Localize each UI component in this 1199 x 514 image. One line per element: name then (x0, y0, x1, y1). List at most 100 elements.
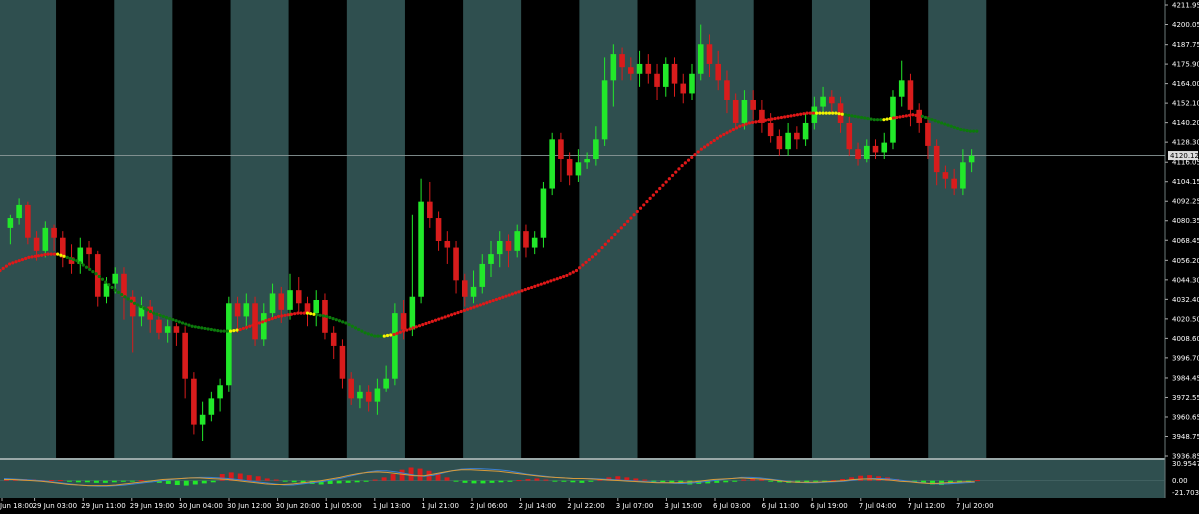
candle-body (86, 247, 92, 255)
histogram-bar (507, 480, 513, 482)
histogram-bar (84, 480, 90, 483)
trend-dot (975, 129, 979, 133)
trend-dot (821, 111, 825, 115)
trend-dot (690, 155, 694, 159)
trend-dot (767, 118, 771, 122)
histogram-bar (165, 480, 171, 484)
trend-dot (283, 313, 287, 317)
price-tick-label: 3960.65 (1172, 413, 1199, 421)
trend-dot (632, 213, 636, 217)
candle-body (951, 178, 957, 189)
trend-dot (427, 320, 431, 325)
trend-dot (709, 141, 713, 145)
candle-body (208, 398, 215, 415)
trend-dot (286, 313, 290, 317)
session-band (521, 0, 580, 458)
histogram-bar (129, 480, 135, 482)
trend-dot (706, 143, 710, 147)
candle-body (820, 96, 826, 107)
candle-body (671, 63, 678, 84)
trend-dot (770, 117, 774, 121)
trend-dot (645, 200, 649, 204)
trend-dot (904, 114, 908, 118)
candle-body (802, 122, 809, 140)
candle-body (558, 139, 564, 160)
trend-dot (722, 132, 726, 137)
candle-body (523, 231, 529, 248)
trend-dot (357, 327, 361, 332)
trend-dot (587, 257, 591, 262)
trend-dot (786, 114, 790, 118)
trend-dot (757, 119, 761, 123)
trend-dot (17, 259, 21, 263)
session-band (56, 0, 115, 458)
trend-dot (360, 329, 364, 333)
candle-body (750, 100, 756, 110)
trend-dot (302, 311, 306, 315)
trend-dot (507, 293, 511, 297)
trend-dot (677, 167, 681, 171)
trend-dot (779, 115, 784, 120)
histogram-bar (813, 480, 819, 482)
trend-dot (1, 266, 5, 270)
trend-dot (430, 319, 434, 323)
trend-dot (424, 321, 428, 326)
price-tick-label: 4200.05 (1172, 21, 1199, 29)
trend-dot (959, 127, 963, 132)
histogram-bar (345, 480, 351, 483)
trend-dot (715, 136, 719, 140)
candle-body (444, 240, 451, 248)
candle-body (182, 332, 188, 379)
trend-dot (590, 255, 595, 259)
candle-body (960, 162, 966, 189)
trend-dot (65, 255, 69, 259)
trend-dot (238, 327, 242, 332)
oscillator-tick-label: 0.00 (1172, 477, 1188, 485)
price-tick-label: 4080.35 (1172, 217, 1199, 225)
price-tick-label: 3996.70 (1172, 354, 1199, 362)
candle-body (409, 296, 416, 330)
trend-dot (619, 226, 623, 230)
time-tick-label: 7 Jul 20:00 (956, 502, 994, 510)
candle-body (226, 303, 232, 386)
trend-dot (616, 229, 620, 233)
trend-dot (123, 295, 127, 299)
trend-dot (91, 269, 95, 274)
trend-dot (911, 113, 915, 117)
trend-dot (533, 284, 537, 288)
trend-dot (219, 329, 223, 333)
trend-dot (30, 255, 34, 259)
candle-body (829, 96, 835, 104)
histogram-bar (138, 480, 144, 482)
trend-dot (475, 304, 479, 308)
candle-body (584, 159, 590, 163)
time-tick-label: 2 Jul 22:00 (567, 502, 605, 510)
trend-dot (254, 322, 258, 326)
trend-dot (84, 265, 89, 269)
candle-body (715, 63, 722, 81)
histogram-bar (561, 480, 567, 482)
histogram-bar (480, 480, 486, 484)
time-tick-label: 29 Jun 19:00 (130, 502, 174, 510)
histogram-bar (417, 468, 423, 481)
trend-dot (574, 268, 579, 273)
trend-dot (24, 256, 28, 261)
candle-body (374, 388, 381, 402)
trend-dot (132, 301, 137, 305)
trend-dot (446, 314, 450, 318)
histogram-bar (327, 480, 333, 484)
trend-dot (526, 286, 531, 291)
trend-dot (299, 311, 303, 315)
histogram-bar (570, 480, 576, 483)
trend-dot (907, 113, 912, 117)
histogram-bar (255, 476, 261, 481)
trend-dot (72, 257, 76, 262)
price-tick-label: 4128.30 (1172, 139, 1199, 147)
histogram-bar (759, 479, 765, 481)
trend-dot (110, 285, 114, 290)
price-chart[interactable]: 4211.95 4200.05 4187.75 4175.90 4164.00 4152.… (0, 0, 1199, 514)
trend-dot (56, 252, 60, 256)
price-tick-label: 4056.20 (1172, 257, 1199, 265)
trend-dot (555, 277, 559, 281)
trend-dot (376, 334, 380, 338)
